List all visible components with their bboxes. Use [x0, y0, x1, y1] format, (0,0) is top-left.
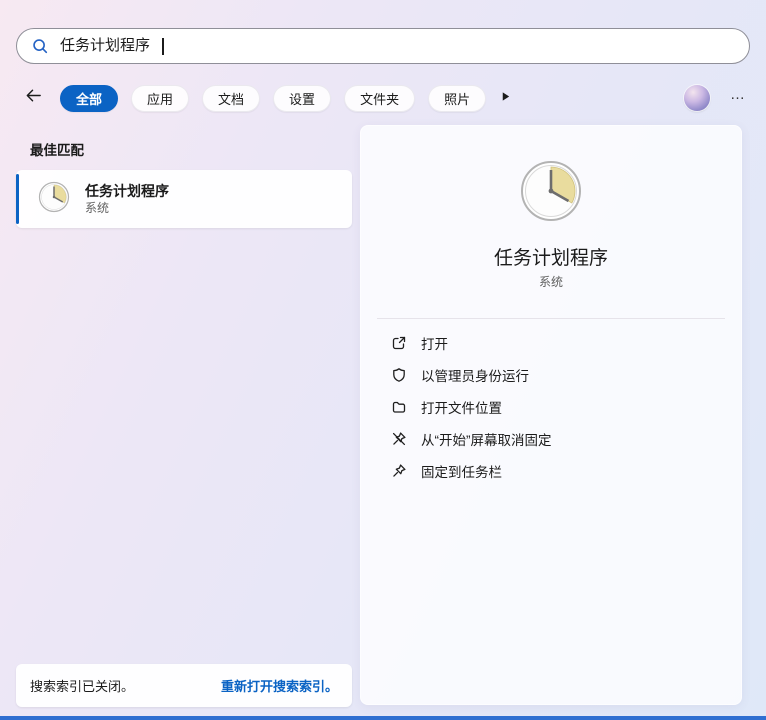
- unpin-icon: [391, 431, 407, 447]
- arrow-left-icon: [24, 86, 43, 110]
- action-unpin-from-start[interactable]: 从“开始”屏幕取消固定: [361, 423, 741, 455]
- best-match-result[interactable]: 任务计划程序 系统: [16, 170, 352, 228]
- search-window: 任务计划程序 全部 应用 文档 设置 文件夹 照片 … 最佳匹配 任务计划程序 …: [0, 0, 766, 720]
- selection-accent-bar: [16, 174, 19, 224]
- user-avatar[interactable]: [684, 85, 710, 111]
- action-label: 固定到任务栏: [421, 465, 502, 480]
- back-button[interactable]: [18, 83, 48, 113]
- best-match-title: 任务计划程序: [85, 183, 169, 199]
- search-icon: [31, 37, 49, 55]
- indexing-status-bar: 搜索索引已关闭。 重新打开搜索索引。: [16, 664, 352, 707]
- preview-subtitle: 系统: [538, 275, 563, 289]
- filter-tabs: 全部 应用 文档 设置 文件夹 照片: [60, 84, 487, 112]
- preview-title: 任务计划程序: [493, 248, 608, 269]
- task-scheduler-clock-icon: [38, 181, 70, 218]
- action-pin-to-taskbar[interactable]: 固定到任务栏: [361, 455, 741, 487]
- action-label: 打开: [421, 337, 448, 352]
- task-scheduler-clock-icon: [519, 159, 583, 223]
- context-actions: 打开 以管理员身份运行 打开文件位置 从“开始”屏幕取消固定 固定到任务栏: [361, 327, 741, 487]
- search-query-text: 任务计划程序: [60, 37, 151, 54]
- preview-pane: 任务计划程序 系统 打开 以管理员身份运行 打开文件位置 从“开始”屏幕取消固定…: [360, 125, 742, 705]
- pin-icon: [391, 463, 407, 479]
- text-caret: [162, 37, 164, 55]
- more-options-button[interactable]: …: [730, 87, 746, 106]
- folder-icon: [391, 399, 407, 415]
- action-label: 以管理员身份运行: [421, 369, 529, 384]
- action-run-as-admin[interactable]: 以管理员身份运行: [361, 359, 741, 391]
- tab-photos[interactable]: 照片: [428, 84, 487, 112]
- section-title-best-match: 最佳匹配: [30, 143, 84, 158]
- admin-shield-icon: [391, 367, 407, 383]
- filter-toolbar: 全部 应用 文档 设置 文件夹 照片 …: [0, 82, 766, 114]
- action-open-file-location[interactable]: 打开文件位置: [361, 391, 741, 423]
- best-match-subtitle: 系统: [85, 201, 110, 215]
- preview-divider: [377, 318, 725, 319]
- tab-all[interactable]: 全部: [60, 84, 119, 112]
- more-filters-button[interactable]: [500, 89, 511, 107]
- indexing-status-message: 搜索索引已关闭。: [30, 679, 135, 694]
- search-input[interactable]: 任务计划程序: [16, 28, 750, 64]
- window-bottom-edge: [0, 716, 766, 720]
- tab-documents[interactable]: 文档: [202, 84, 261, 112]
- tab-folders[interactable]: 文件夹: [344, 84, 416, 112]
- reopen-indexing-link[interactable]: 重新打开搜索索引。: [221, 676, 338, 695]
- action-label: 从“开始”屏幕取消固定: [421, 433, 552, 448]
- tab-apps[interactable]: 应用: [131, 84, 190, 112]
- action-label: 打开文件位置: [421, 401, 502, 416]
- tab-settings[interactable]: 设置: [273, 84, 332, 112]
- play-triangle-icon: [500, 89, 511, 107]
- open-icon: [391, 335, 407, 351]
- action-open[interactable]: 打开: [361, 327, 741, 359]
- toolbar-right-cluster: …: [684, 85, 746, 111]
